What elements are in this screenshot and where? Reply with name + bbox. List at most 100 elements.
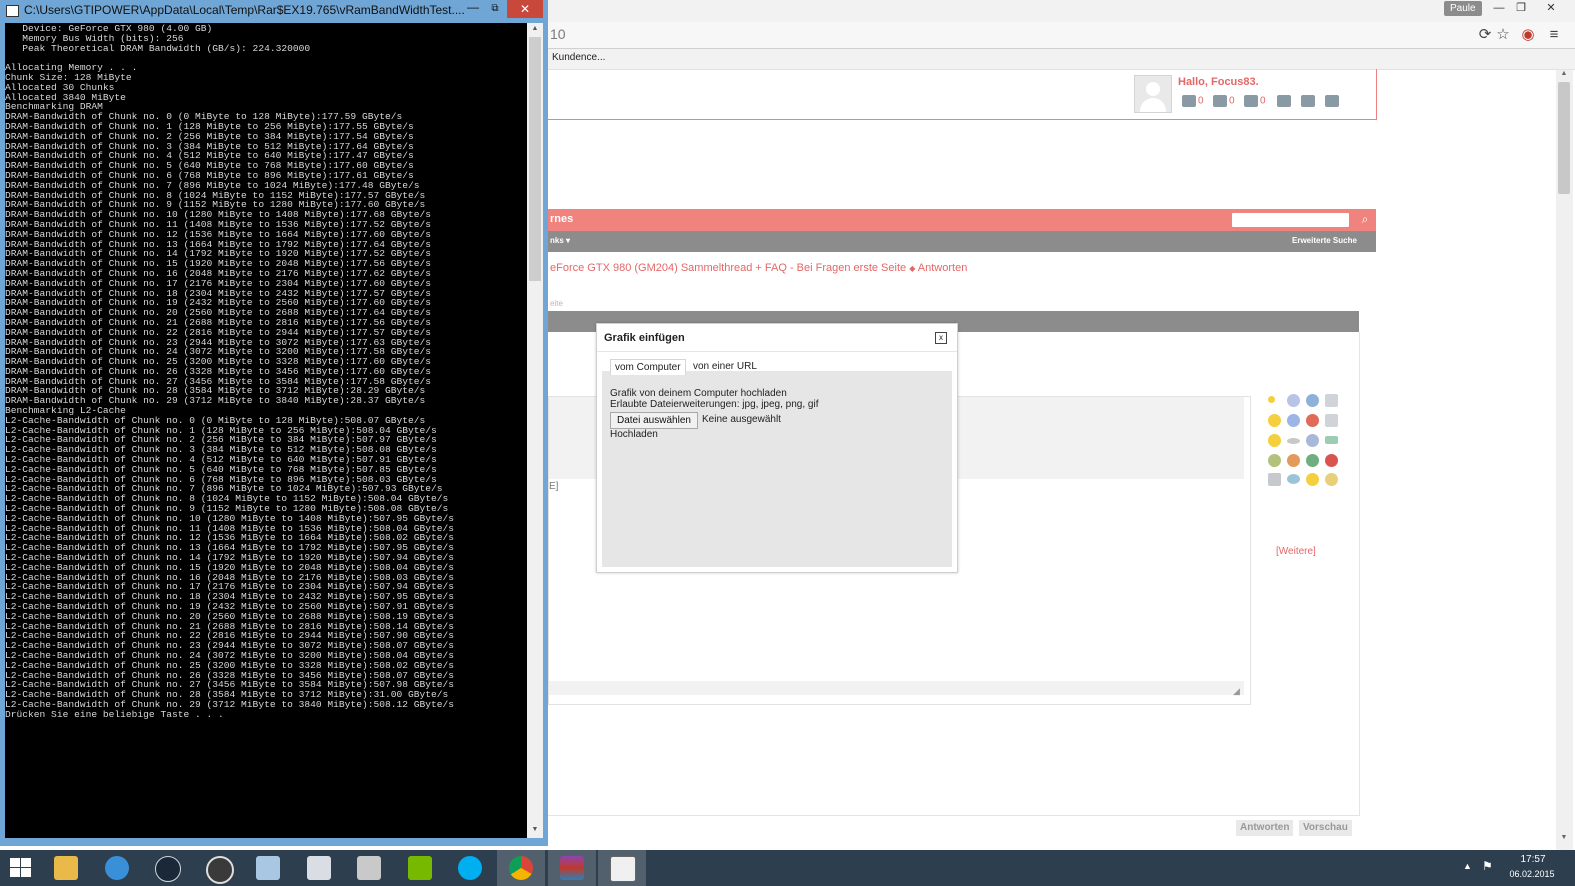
smiley-icon[interactable]: [1268, 434, 1281, 447]
console-app-icon: [6, 5, 19, 17]
taskbar-network[interactable]: [244, 850, 292, 886]
address-bar: 10 ⟳ ☆ ◉ ≡: [548, 22, 1575, 49]
avatar-body-shape: [1140, 98, 1166, 112]
scroll-thumb[interactable]: [1558, 82, 1570, 194]
smiley-icon[interactable]: [1287, 438, 1300, 444]
preview-button[interactable]: Vorschau: [1299, 820, 1352, 836]
clock-date[interactable]: 06.02.2015: [1504, 869, 1560, 879]
taskbar-skype[interactable]: [446, 850, 494, 886]
avatar[interactable]: [1134, 75, 1172, 113]
scroll-up-icon[interactable]: ▲: [527, 25, 543, 35]
smiley-icon[interactable]: [1325, 394, 1338, 407]
scroll-up-icon[interactable]: ▲: [1558, 70, 1570, 82]
smiley-icon[interactable]: [1325, 473, 1338, 486]
steam-icon: [155, 856, 181, 882]
taskbar-ie[interactable]: [93, 850, 141, 886]
upload-button[interactable]: Hochladen: [610, 429, 658, 440]
clock-time[interactable]: 17:57: [1509, 854, 1557, 865]
scroll-down-icon[interactable]: ▼: [1558, 834, 1570, 846]
taskbar-steam[interactable]: [143, 850, 191, 886]
browser-close-button[interactable]: ✕: [1538, 0, 1564, 16]
console-window: C:\Users\GTIPOWER\AppData\Local\Temp\Rar…: [0, 0, 548, 846]
calculator-icon: [307, 856, 331, 880]
dialog-divider: [597, 351, 957, 352]
settings-icon[interactable]: [1277, 95, 1293, 109]
tab-from-computer[interactable]: vom Computer: [610, 359, 686, 375]
nav-title[interactable]: rnes: [550, 213, 573, 225]
console-output[interactable]: Device: GeForce GTX 980 (4.00 GB) Memory…: [5, 23, 527, 838]
taskbar-calculator[interactable]: [295, 850, 343, 886]
tools-icon[interactable]: [1301, 95, 1317, 109]
tray-overflow-icon[interactable]: ▲: [1463, 861, 1472, 871]
browser-scrollbar[interactable]: ▲ ▼: [1556, 70, 1573, 850]
smiley-icon[interactable]: [1325, 414, 1338, 427]
smiley-icon[interactable]: [1306, 454, 1319, 467]
action-center-icon[interactable]: ⚑: [1482, 859, 1493, 873]
winrar-icon: [560, 856, 584, 880]
breadcrumb-separator-icon: ◆: [909, 264, 916, 273]
insert-image-dialog: Grafik einfügen x vom Computer von einer…: [596, 323, 958, 573]
subnav-links[interactable]: nks ▾: [550, 236, 570, 245]
resize-grip-icon[interactable]: ◢: [1233, 686, 1240, 697]
windows-logo-icon: [10, 858, 32, 878]
advanced-search-link[interactable]: Erweiterte Suche: [1292, 236, 1357, 245]
smiley-icon[interactable]: [1306, 414, 1319, 427]
url-text[interactable]: 10: [550, 26, 566, 42]
tab-from-url[interactable]: von einer URL: [689, 359, 761, 374]
page-link[interactable]: eite: [550, 299, 563, 308]
console-minimize-button[interactable]: —: [462, 0, 484, 18]
smiley-icon[interactable]: [1268, 473, 1281, 486]
taskbar-chrome[interactable]: [497, 850, 545, 886]
taskbar-notepad[interactable]: [345, 850, 393, 886]
taskbar-nvidia[interactable]: [396, 850, 444, 886]
smiley-icon[interactable]: [1287, 454, 1300, 467]
breadcrumb-thread[interactable]: eForce GTX 980 (GM204) Sammelthread + FA…: [550, 262, 906, 274]
forum-search-input[interactable]: [1232, 213, 1349, 227]
extension-icon[interactable]: ◉: [1519, 26, 1537, 44]
search-icon[interactable]: ⌕: [1358, 212, 1372, 226]
editor-text: E]: [549, 481, 559, 492]
inbox-counter[interactable]: 0: [1182, 95, 1204, 109]
smiley-icon[interactable]: [1306, 434, 1319, 447]
start-button[interactable]: [0, 850, 48, 886]
reload-icon[interactable]: ⟳: [1476, 26, 1494, 44]
browser-titlebar: Paule — ❐ ✕: [548, 0, 1575, 22]
bookmark-item[interactable]: Kundence...: [552, 52, 605, 63]
taskbar-console[interactable]: [598, 850, 646, 886]
dialog-close-button[interactable]: x: [935, 332, 947, 344]
menu-icon[interactable]: ≡: [1545, 26, 1563, 44]
taskbar-g-app[interactable]: [194, 850, 242, 886]
smiley-icon[interactable]: [1287, 474, 1300, 484]
editor-footer: [549, 681, 1244, 695]
upload-icon[interactable]: [1325, 95, 1341, 109]
smiley-icon[interactable]: [1325, 436, 1338, 444]
dialog-title: Grafik einfügen: [604, 332, 685, 344]
profile-badge[interactable]: Paule: [1444, 1, 1482, 16]
inbox-icon: [1182, 95, 1196, 107]
star-icon[interactable]: ☆: [1494, 26, 1512, 44]
taskbar-explorer[interactable]: [42, 850, 90, 886]
scroll-down-icon[interactable]: ▼: [527, 826, 543, 836]
smiley-icon[interactable]: [1287, 414, 1300, 427]
choose-file-button[interactable]: Datei auswählen: [610, 412, 698, 429]
smiley-icon[interactable]: [1268, 454, 1281, 467]
greeting-link[interactable]: Hallo, Focus83.: [1178, 76, 1259, 88]
breadcrumb: eForce GTX 980 (GM204) Sammelthread + FA…: [550, 262, 967, 274]
taskbar-winrar[interactable]: [548, 850, 596, 886]
console-titlebar[interactable]: C:\Users\GTIPOWER\AppData\Local\Temp\Rar…: [0, 0, 548, 21]
reply-button[interactable]: Antworten: [1236, 820, 1294, 836]
console-maximize-button[interactable]: ⧉: [484, 0, 506, 18]
browser-restore-button[interactable]: ❐: [1508, 0, 1534, 16]
console-close-button[interactable]: ✕: [507, 0, 543, 18]
smiley-icon[interactable]: [1268, 396, 1275, 403]
smiley-icon[interactable]: [1325, 454, 1338, 467]
smiley-icon[interactable]: [1268, 414, 1281, 427]
notifications-counter[interactable]: 0: [1244, 95, 1266, 109]
messages-counter[interactable]: 0: [1213, 95, 1235, 109]
smiley-icon[interactable]: [1306, 473, 1319, 486]
more-smileys-link[interactable]: [Weitere]: [1276, 546, 1316, 557]
smiley-icon[interactable]: [1287, 394, 1300, 407]
console-scrollbar[interactable]: ▲ ▼: [527, 23, 543, 838]
scroll-thumb[interactable]: [529, 37, 541, 281]
smiley-icon[interactable]: [1306, 394, 1319, 407]
